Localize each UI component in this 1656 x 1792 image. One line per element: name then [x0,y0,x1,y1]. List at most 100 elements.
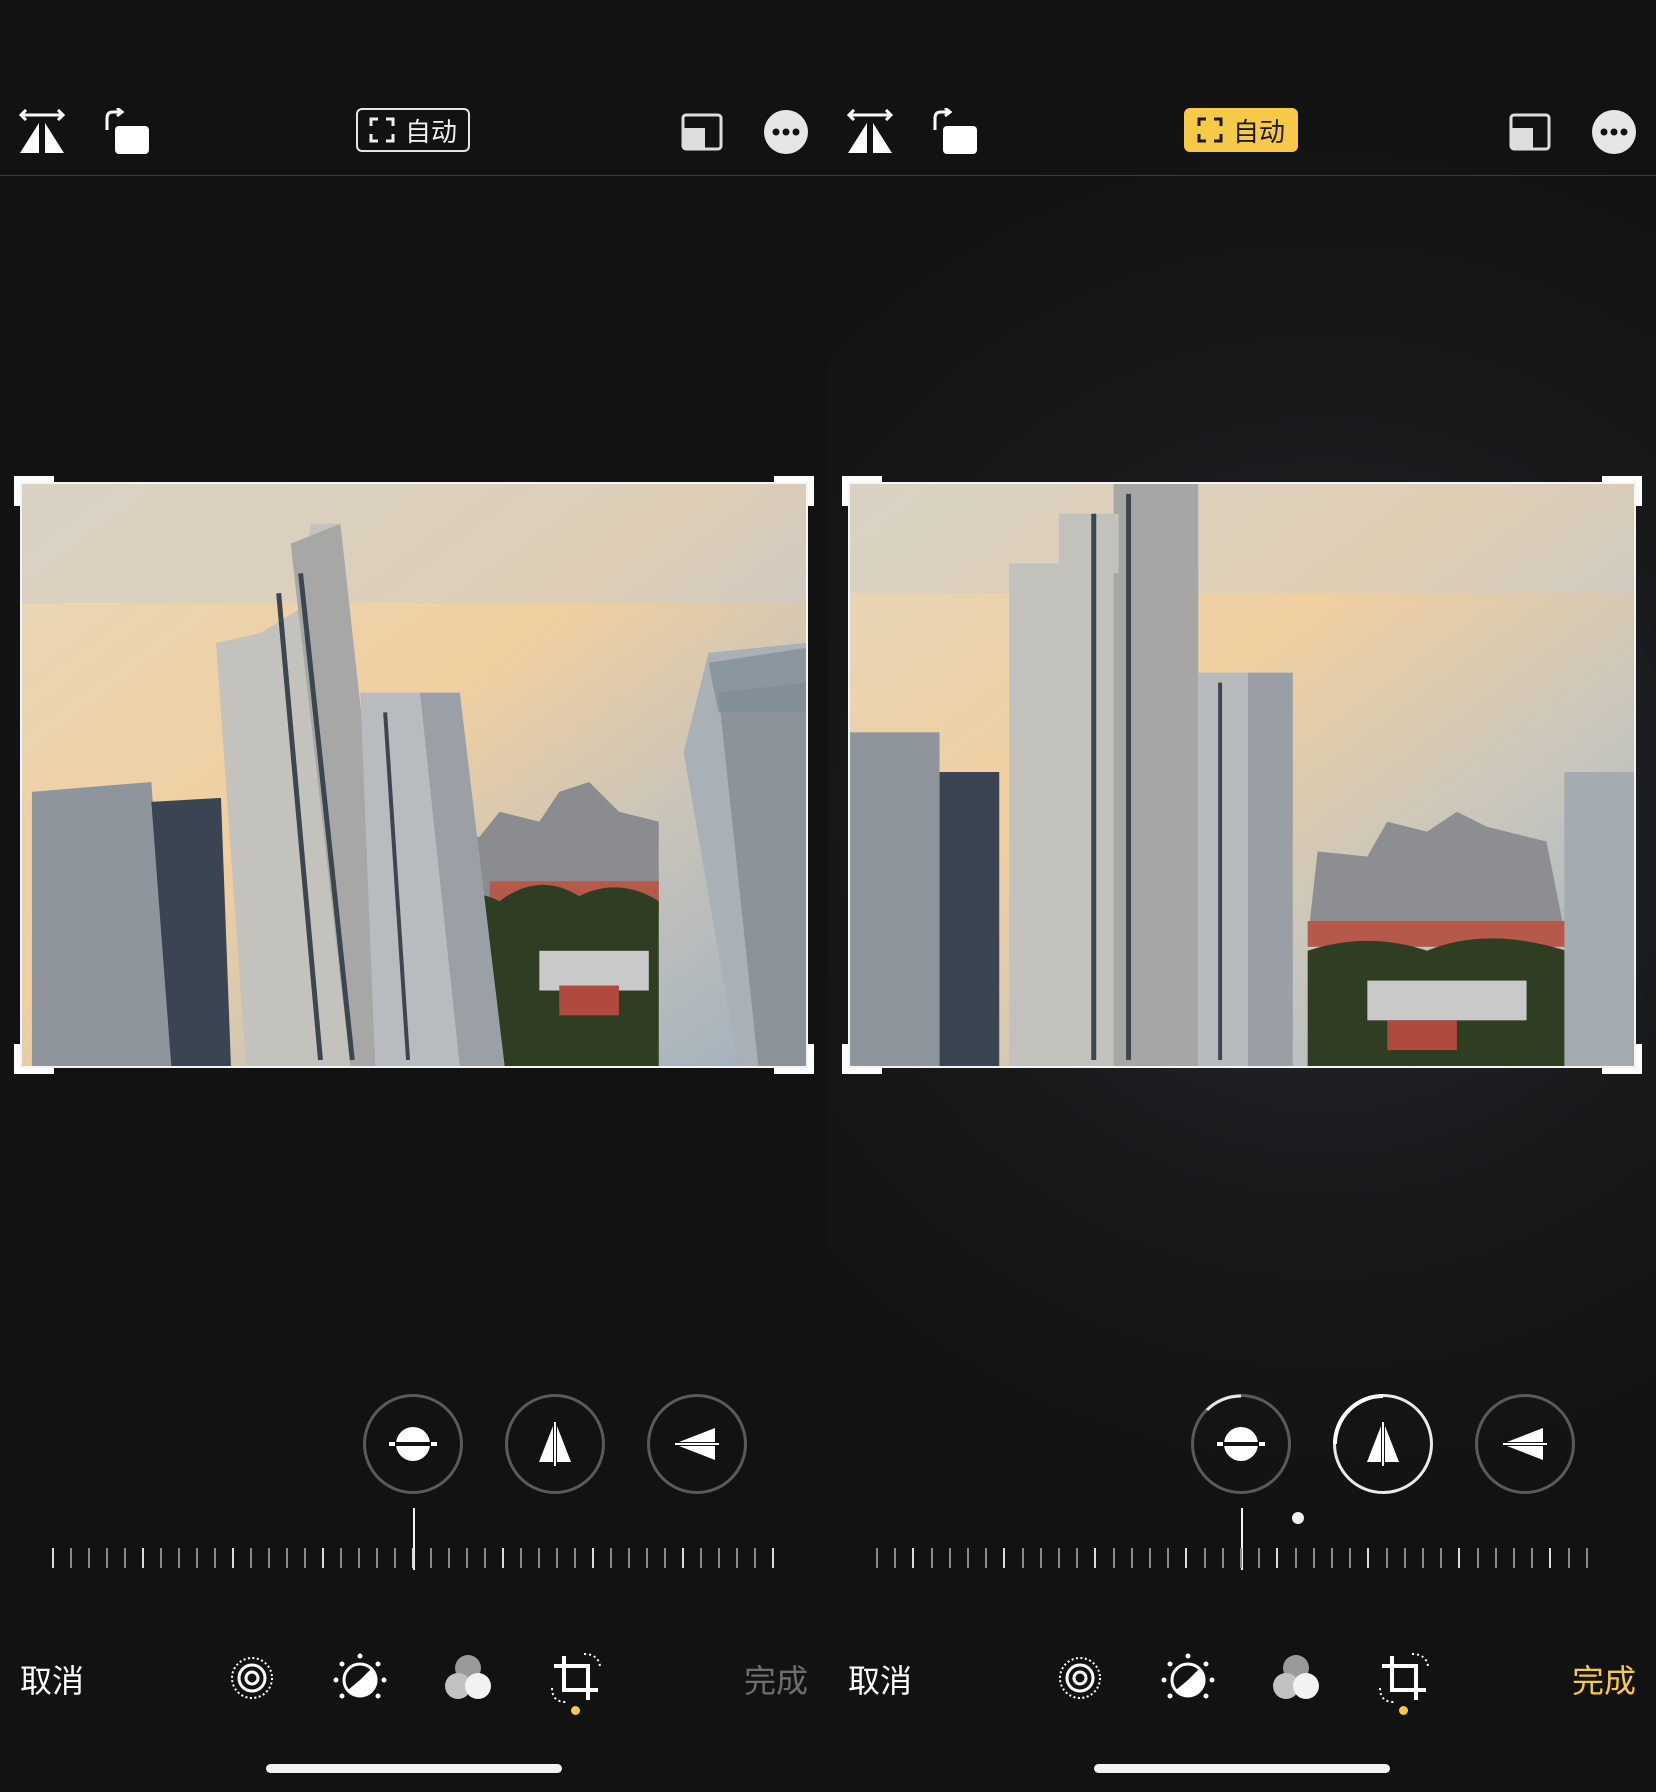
filters-icon[interactable] [440,1650,496,1706]
crop-frame[interactable] [842,476,1642,1074]
adjustment-slider[interactable] [876,1548,1608,1570]
slider-tick [948,1548,951,1568]
slider-tick [484,1548,486,1568]
auto-label: 自动 [1232,117,1285,148]
rotate-icon[interactable] [98,104,154,160]
flip-horizontal-icon[interactable] [842,104,898,160]
slider-tick [1039,1548,1042,1568]
slider-tick [967,1548,969,1568]
slider-tick [448,1548,450,1568]
slider-tick [286,1548,288,1568]
slider-tick [682,1548,684,1568]
live-photo-icon[interactable] [1052,1650,1108,1706]
adjust-icon[interactable] [332,1650,388,1706]
aspect-ratio-icon[interactable] [674,104,730,160]
slider-tick [1003,1548,1006,1568]
auto-button[interactable]: 自动 [356,108,470,152]
slider-tick [1549,1548,1552,1568]
slider-tick [322,1548,324,1568]
home-indicator [1094,1764,1390,1773]
slider-tick [1112,1548,1115,1568]
more-icon[interactable] [1586,104,1642,160]
slider-tick [1094,1548,1097,1568]
slider-tick [876,1548,878,1568]
slider-tick [1021,1548,1024,1568]
slider-tick [1076,1548,1079,1568]
slider-tick [718,1548,720,1568]
crop-handle-top-left[interactable] [14,476,54,506]
slider-tick [340,1548,342,1568]
slider-tick [1258,1548,1261,1568]
rotate-icon[interactable] [926,104,982,160]
aspect-ratio-icon[interactable] [1502,104,1558,160]
slider-tick [538,1548,540,1568]
slider-tick [250,1548,252,1568]
crop-frame[interactable] [14,476,814,1074]
slider-tick [912,1548,915,1568]
slider-tick [88,1548,90,1568]
slider-tick [1422,1548,1424,1568]
slider-tick [574,1548,576,1568]
slider-tick [1276,1548,1279,1568]
crop-handle-bottom-right[interactable] [774,1044,814,1074]
slider-tick [52,1548,54,1568]
crop-icon[interactable] [548,1650,604,1706]
vertical-perspective-icon [539,1422,571,1466]
active-tool-indicator [571,1706,580,1715]
top-toolbar: 自动 [828,86,1656,176]
flip-horizontal-icon[interactable] [14,104,70,160]
slider-tick [1494,1548,1497,1568]
crop-handle-top-right[interactable] [1602,476,1642,506]
slider-tick [1367,1548,1370,1568]
photo-after [848,482,1636,1068]
crop-icon[interactable] [1376,1650,1432,1706]
slider-tick [592,1548,594,1568]
straighten-button[interactable] [1191,1394,1291,1494]
slider-tick [1058,1548,1060,1568]
cancel-button[interactable]: 取消 [848,1656,912,1702]
done-button[interactable]: 完成 [1572,1656,1636,1702]
straighten-button[interactable] [363,1394,463,1494]
horizontal-perspective-button[interactable] [647,1394,747,1494]
more-icon[interactable] [758,104,814,160]
crop-handle-bottom-left[interactable] [842,1044,882,1074]
slider-tick [232,1548,234,1568]
crop-handle-top-right[interactable] [774,476,814,506]
crop-handle-top-left[interactable] [842,476,882,506]
slider-tick [1531,1548,1534,1568]
slider-tick [1476,1548,1479,1568]
horizontal-perspective-icon [675,1428,719,1460]
done-button[interactable]: 完成 [744,1656,808,1702]
crop-handle-bottom-right[interactable] [1602,1044,1642,1074]
slider-tick [610,1548,612,1568]
slider-tick [1513,1548,1515,1568]
horizontal-perspective-button[interactable] [1475,1394,1575,1494]
slider-tick [1349,1548,1352,1568]
straighten-icon [389,1427,437,1461]
slider-tick [736,1548,738,1568]
adjustment-slider[interactable] [50,1548,780,1570]
vertical-perspective-button[interactable] [1333,1394,1433,1494]
vertical-perspective-button[interactable] [505,1394,605,1494]
filters-icon[interactable] [1268,1650,1324,1706]
slider-tick [754,1548,756,1568]
auto-button[interactable]: 自动 [1184,108,1298,152]
slider-tick [1585,1548,1588,1568]
slider-tick [430,1548,432,1568]
crop-handle-bottom-left[interactable] [14,1044,54,1074]
editor-panel-before: 自动 取消 完成 [0,0,828,1792]
top-toolbar: 自动 [0,86,828,176]
slider-tick [1458,1548,1461,1568]
auto-straighten-icon [1197,117,1223,143]
adjust-icon[interactable] [1160,1650,1216,1706]
live-photo-icon[interactable] [224,1650,280,1706]
slider-tick [1567,1548,1570,1568]
cancel-button[interactable]: 取消 [20,1656,84,1702]
slider-origin-dot [1292,1512,1304,1524]
slider-tick [646,1548,648,1568]
slider-tick [214,1548,216,1568]
slider-tick [1403,1548,1406,1568]
slider-tick [700,1548,702,1568]
slider-tick [520,1548,522,1568]
slider-tick [124,1548,126,1568]
